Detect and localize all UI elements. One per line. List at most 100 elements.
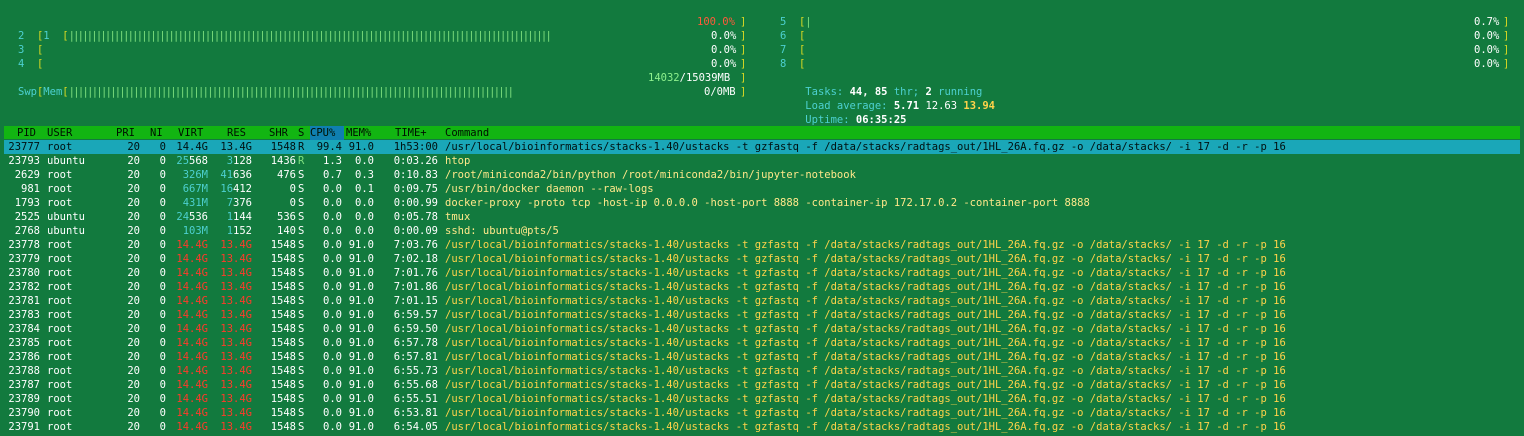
column-header-mem[interactable]: MEM%	[346, 126, 371, 140]
column-header-time[interactable]: TIME+	[395, 126, 427, 140]
cell-s: S	[298, 253, 305, 265]
table-row[interactable]: 23791 root 20 0 14.4G 13.4G 1548 S 0.0 91.0 6:54.0…	[4, 420, 1520, 434]
table-row-selected[interactable]: 23777 root 20 0 14.4G 13.4G 1548 R 99.4 91.0 1h53:…	[4, 140, 1520, 154]
table-row[interactable]: 23790 root 20 0 14.4G 13.4G 1548 S 0.0 91.0 6:53.8…	[4, 406, 1520, 420]
cpu-meter-6-pct: 0.0%	[1474, 30, 1500, 42]
cell-cmd: sshd: ubuntu@pts/5	[445, 225, 559, 237]
table-row[interactable]: 23784 root 20 0 14.4G 13.4G 1548 S 0.0 91.0 6:59.5…	[4, 322, 1520, 336]
cell-cmd: /usr/local/bioinformatics/stacks-1.40/us…	[445, 253, 1286, 265]
table-row[interactable]: 23779 root 20 0 14.4G 13.4G 1548 S 0.0 91.0 7:02.1…	[4, 252, 1520, 266]
column-header-virt[interactable]: VIRT	[178, 126, 203, 140]
table-row[interactable]: 23788 root 20 0 14.4G 13.4G 1548 S 0.0 91.0 6:55.7…	[4, 364, 1520, 378]
cell-user: root	[47, 239, 73, 251]
column-header-user[interactable]: USER	[47, 126, 72, 140]
cell-res: 1144	[226, 211, 252, 223]
cell-mem: 91.0	[348, 141, 374, 153]
cell-cpu: 0.0	[323, 323, 342, 335]
cell-user: root	[47, 309, 73, 321]
cell-virt: 14.4G	[176, 379, 208, 391]
cpu-meter-4-pct: 0.0%	[711, 58, 737, 70]
table-row[interactable]: 23780 root 20 0 14.4G 13.4G 1548 S 0.0 91.0 7:01.7…	[4, 266, 1520, 280]
column-header-ni[interactable]: NI	[150, 126, 163, 140]
table-row[interactable]: 23786 root 20 0 14.4G 13.4G 1548 S 0.0 91.0 6:57.8…	[4, 350, 1520, 364]
cell-pri: 20	[127, 295, 140, 307]
cell-pri: 20	[127, 309, 140, 321]
cell-shr: 1548	[270, 393, 296, 405]
cell-virt: 667M	[182, 183, 208, 195]
cell-user: root	[47, 281, 73, 293]
cell-ni: 0	[159, 309, 166, 321]
cell-virt: 14.4G	[176, 239, 208, 251]
table-row[interactable]: 981 root 20 0 667M 16412 0 S 0.0 0.1 0:09.75/usr/b…	[4, 182, 1520, 196]
cell-pid: 23791	[8, 421, 40, 433]
table-row[interactable]: 23778 root 20 0 14.4G 13.4G 1548 S 0.0 91.0 7:03.7…	[4, 238, 1520, 252]
table-row[interactable]: 2768 ubuntu 20 0 103M 1152 140 S 0.0 0.0 0:00.09 ss…	[4, 224, 1520, 238]
column-header-command[interactable]: Command	[445, 126, 489, 140]
cell-res: 13.4G	[220, 393, 252, 405]
cpu-meter-3: 3 [	[18, 44, 44, 56]
cell-mem: 91.0	[348, 239, 374, 251]
cell-cmd: /usr/local/bioinformatics/stacks-1.40/us…	[445, 379, 1286, 391]
table-row[interactable]: 2525 ubuntu 20 0 24536 1144 536 S 0.0 0.0 0:05.78 t…	[4, 210, 1520, 224]
cell-pid: 23788	[8, 365, 40, 377]
cell-cpu: 0.0	[323, 379, 342, 391]
cell-time: 7:01.76	[393, 267, 438, 279]
cell-s: S	[298, 309, 305, 321]
cpu-meter-5: 5 [|	[780, 16, 812, 28]
cell-res: 13.4G	[220, 365, 252, 377]
cell-shr: 1548	[270, 253, 296, 265]
cell-cpu: 0.0	[323, 421, 342, 433]
cell-cmd: /usr/local/bioinformatics/stacks-1.40/us…	[445, 365, 1286, 377]
cell-pri: 20	[127, 225, 140, 237]
cell-shr: 1548	[270, 351, 296, 363]
cell-ni: 0	[159, 365, 166, 377]
cell-s: S	[298, 239, 305, 251]
table-row[interactable]: 23787 root 20 0 14.4G 13.4G 1548 S 0.0 91.0 6:55.6…	[4, 378, 1520, 392]
cell-ni: 0	[159, 183, 166, 195]
table-row[interactable]: 23782 root 20 0 14.4G 13.4G 1548 S 0.0 91.0 7:01.8…	[4, 280, 1520, 294]
cell-virt: 14.4G	[176, 309, 208, 321]
cell-cpu: 0.0	[323, 211, 342, 223]
column-header-cpu[interactable]: CPU%	[310, 126, 344, 140]
column-header-pid[interactable]: PID	[17, 126, 36, 140]
cell-cpu: 0.0	[323, 281, 342, 293]
table-row[interactable]: 23783 root 20 0 14.4G 13.4G 1548 S 0.0 91.0 6:59.5…	[4, 308, 1520, 322]
cell-s: S	[298, 211, 305, 223]
cell-virt: 14.4G	[176, 267, 208, 279]
cell-time: 6:55.73	[393, 365, 438, 377]
cell-cmd: /usr/local/bioinformatics/stacks-1.40/us…	[445, 393, 1286, 405]
cell-virt: 14.4G	[176, 281, 208, 293]
cell-mem: 0.1	[355, 183, 374, 195]
table-row[interactable]: 1793 root 20 0 431M 7376 0 S 0.0 0.0 0:00.99 docker…	[4, 196, 1520, 210]
table-row[interactable]: 23785 root 20 0 14.4G 13.4G 1548 S 0.0 91.0 6:57.7…	[4, 336, 1520, 350]
table-row[interactable]: 23781 root 20 0 14.4G 13.4G 1548 S 0.0 91.0 7:01.1…	[4, 294, 1520, 308]
cell-mem: 91.0	[348, 365, 374, 377]
table-row[interactable]: 23789 root 20 0 14.4G 13.4G 1548 S 0.0 91.0 6:55.5…	[4, 392, 1520, 406]
cell-ni: 0	[159, 379, 166, 391]
cell-time: 6:55.51	[393, 393, 438, 405]
cell-pid: 2629	[14, 169, 40, 181]
cell-virt: 24536	[176, 211, 208, 223]
cell-user: root	[47, 337, 73, 349]
column-header-pri[interactable]: PRI	[116, 126, 135, 140]
cpu-meter-7-pct: 0.0%	[1474, 44, 1500, 56]
cell-time: 0:10.83	[393, 169, 438, 181]
cpu-meter-3-pct: 0.0%	[711, 44, 737, 56]
column-header-state[interactable]: S	[298, 126, 304, 140]
cell-res: 13.4G	[220, 323, 252, 335]
cell-ni: 0	[159, 197, 166, 209]
cpu-meter-2: 2 [	[18, 30, 44, 42]
cell-mem: 91.0	[348, 295, 374, 307]
cell-user: ubuntu	[47, 211, 85, 223]
cell-ni: 0	[159, 337, 166, 349]
cpu-meter-8: 8 [	[780, 58, 806, 70]
cell-user: ubuntu	[47, 225, 85, 237]
column-header-res[interactable]: RES	[227, 126, 246, 140]
swp-meter: Swp[	[18, 86, 44, 98]
column-header-shr[interactable]: SHR	[269, 126, 288, 140]
cell-cpu: 0.0	[323, 393, 342, 405]
table-row[interactable]: 23793 ubuntu 20 0 25568 3128 1436 R 1.3 0.0 0:03.2…	[4, 154, 1520, 168]
cell-ni: 0	[159, 393, 166, 405]
table-row[interactable]: 2629 root 20 0 326M 41636 476 S 0.7 0.3 0:10.83/ro…	[4, 168, 1520, 182]
cell-virt: 431M	[182, 197, 208, 209]
